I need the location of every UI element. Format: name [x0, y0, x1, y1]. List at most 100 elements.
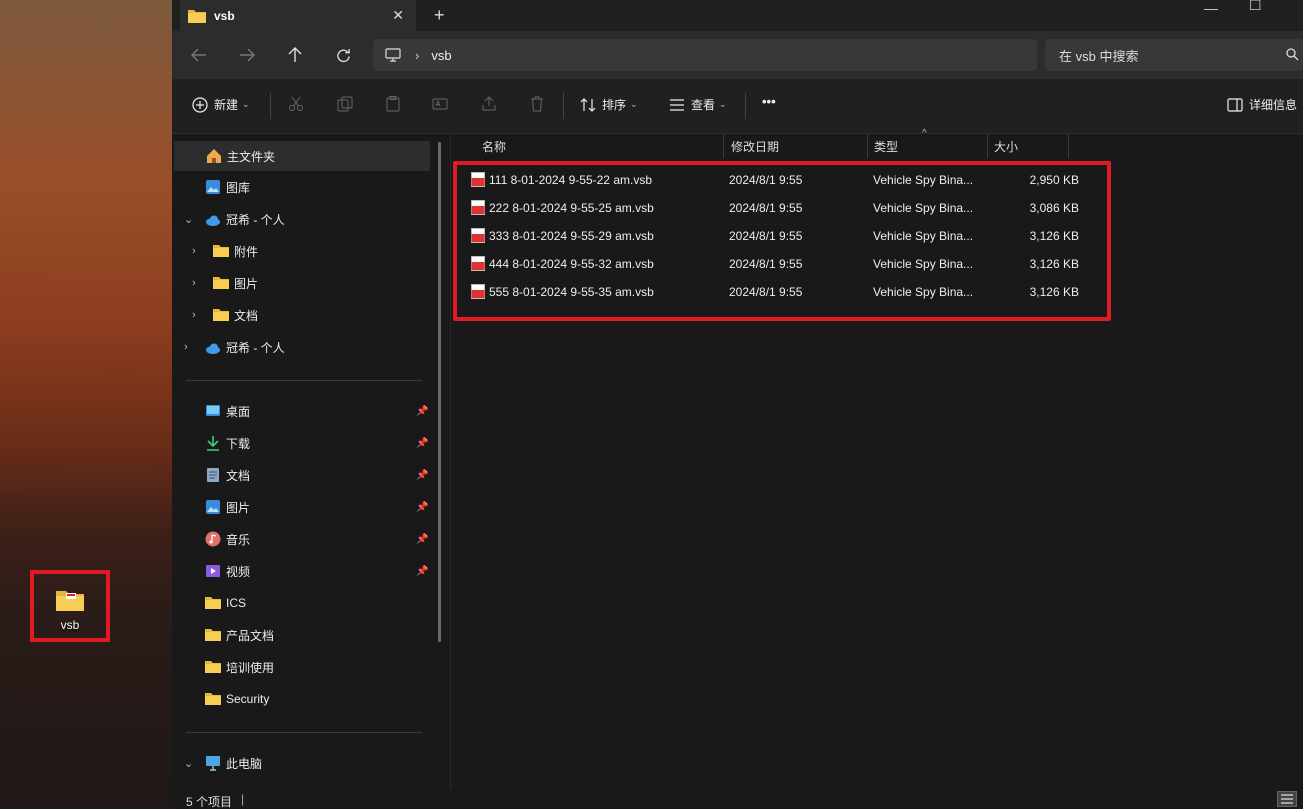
pin-icon: 📌 [416, 565, 429, 577]
clipboard-icon [386, 96, 400, 112]
sidebar-item-this-pc[interactable]: ⌄ 此电脑 [172, 748, 430, 778]
scissors-icon [289, 96, 303, 111]
divider [745, 93, 746, 119]
highlight-box [453, 161, 1111, 321]
sidebar-item-attachments[interactable]: › 附件 [172, 236, 430, 266]
tab-title: vsb [214, 8, 235, 23]
sidebar-item-label: ICS [226, 596, 247, 610]
cut-button[interactable] [288, 96, 304, 112]
arrow-up-icon [288, 47, 302, 62]
sidebar-item-gallery[interactable]: 图库 [172, 172, 430, 202]
list-view-icon [1281, 794, 1293, 804]
share-icon [482, 96, 496, 111]
list-view-icon [670, 98, 684, 111]
close-tab-icon[interactable]: ✕ [392, 7, 404, 24]
sidebar-item-onedrive-2[interactable]: › 冠希 - 个人 [172, 332, 430, 362]
command-bar: 新建 ⌄ 排序 ⌄ 查看 ⌄ ••• 详细信息 [172, 79, 1303, 134]
pin-icon: 📌 [416, 405, 429, 417]
video-icon [206, 565, 220, 577]
up-button[interactable] [283, 43, 307, 67]
divider [563, 93, 564, 119]
arrow-right-icon [240, 48, 255, 62]
sidebar-item-label: 主文件夹 [227, 149, 276, 164]
sidebar-item-label: 视频 [226, 564, 251, 579]
trash-icon [531, 96, 543, 112]
folder-icon [205, 693, 221, 705]
details-pane-button[interactable]: 详细信息 [1227, 96, 1297, 113]
column-header-modified[interactable]: 修改日期 [724, 134, 868, 158]
desktop-vsb-folder[interactable]: vsb [30, 570, 110, 642]
search-input[interactable]: 在 vsb 中搜索 [1045, 39, 1303, 71]
sidebar-item-training[interactable]: 培训使用 [172, 652, 430, 682]
document-icon [207, 468, 219, 482]
sidebar-item-ics[interactable]: ICS [172, 588, 430, 618]
rename-button[interactable] [432, 96, 448, 112]
sidebar-item-home[interactable]: 主文件夹 [174, 141, 430, 171]
folder-icon [213, 245, 229, 257]
sort-button[interactable]: 排序 ⌄ [580, 96, 638, 113]
divider [270, 93, 271, 119]
address-bar[interactable]: › vsb [373, 39, 1037, 71]
sidebar-item-security[interactable]: Security [172, 684, 430, 714]
copy-icon [337, 96, 353, 112]
chevron-right-icon: › [184, 341, 188, 353]
search-icon [1286, 48, 1299, 61]
search-placeholder: 在 vsb 中搜索 [1059, 48, 1139, 64]
details-view-toggle[interactable] [1277, 791, 1297, 807]
sort-icon [580, 97, 596, 112]
pictures-icon [206, 500, 220, 514]
tab-vsb[interactable]: vsb ✕ [180, 0, 416, 31]
sidebar-scrollbar[interactable] [438, 142, 441, 642]
share-button[interactable] [481, 96, 497, 112]
copy-button[interactable] [337, 96, 353, 112]
sidebar-item-label: 下载 [226, 436, 251, 451]
sidebar-item-music[interactable]: 音乐 📌 [172, 524, 430, 554]
sidebar-item-onedrive[interactable]: ⌄ 冠希 - 个人 [172, 204, 430, 234]
new-tab-button[interactable]: + [434, 5, 445, 26]
divider [186, 732, 422, 733]
folder-icon [205, 629, 221, 641]
minimize-button[interactable]: — [1204, 0, 1218, 16]
back-button[interactable] [187, 43, 211, 67]
maximize-button[interactable]: ☐ [1249, 0, 1262, 13]
title-bar: vsb ✕ + — ☐ [172, 0, 1303, 31]
column-header-name[interactable]: 名称 [451, 134, 724, 158]
forward-button[interactable] [235, 43, 259, 67]
folder-icon [205, 661, 221, 673]
folder-icon [213, 277, 229, 289]
sidebar-item-desktop[interactable]: 桌面 📌 [172, 396, 430, 426]
details-pane-icon [1227, 97, 1243, 112]
pin-icon: 📌 [416, 533, 429, 545]
delete-button[interactable] [529, 96, 545, 112]
desktop-icon [206, 405, 220, 416]
sidebar-item-documents-sub[interactable]: › 文档 [172, 300, 430, 330]
pin-icon: 📌 [416, 469, 429, 481]
chevron-right-icon: › [192, 309, 196, 321]
new-button[interactable]: 新建 ⌄ [192, 96, 250, 113]
sidebar-item-videos[interactable]: 视频 📌 [172, 556, 430, 586]
music-icon [205, 531, 221, 547]
new-label: 新建 [214, 98, 239, 112]
folder-icon [205, 597, 221, 609]
plus-circle-icon [192, 96, 208, 113]
sidebar-item-downloads[interactable]: 下载 📌 [172, 428, 430, 458]
sort-indicator-icon: ^ [922, 128, 927, 139]
refresh-button[interactable] [331, 43, 355, 67]
view-button[interactable]: 查看 ⌄ [669, 96, 727, 113]
breadcrumb[interactable]: vsb [431, 48, 451, 63]
sidebar-item-label: 图片 [234, 276, 259, 291]
refresh-icon [336, 48, 350, 62]
status-bar: 5 个项目 | [172, 789, 1303, 809]
more-options-button[interactable]: ••• [762, 94, 776, 109]
sidebar-item-documents[interactable]: 文档 📌 [172, 460, 430, 490]
sidebar-item-pictures[interactable]: 图片 📌 [172, 492, 430, 522]
sidebar-item-label: 音乐 [226, 532, 251, 547]
chevron-down-icon: ⌄ [184, 757, 194, 770]
sidebar-item-product-docs[interactable]: 产品文档 [172, 620, 430, 650]
column-header-size[interactable]: 大小 [988, 134, 1069, 158]
sidebar-item-pictures-sub[interactable]: › 图片 [172, 268, 430, 298]
paste-button[interactable] [385, 96, 401, 112]
view-label: 查看 [691, 98, 716, 112]
desktop-icon-label: vsb [60, 618, 80, 632]
column-header-type[interactable]: 类型 ^ [868, 128, 988, 158]
